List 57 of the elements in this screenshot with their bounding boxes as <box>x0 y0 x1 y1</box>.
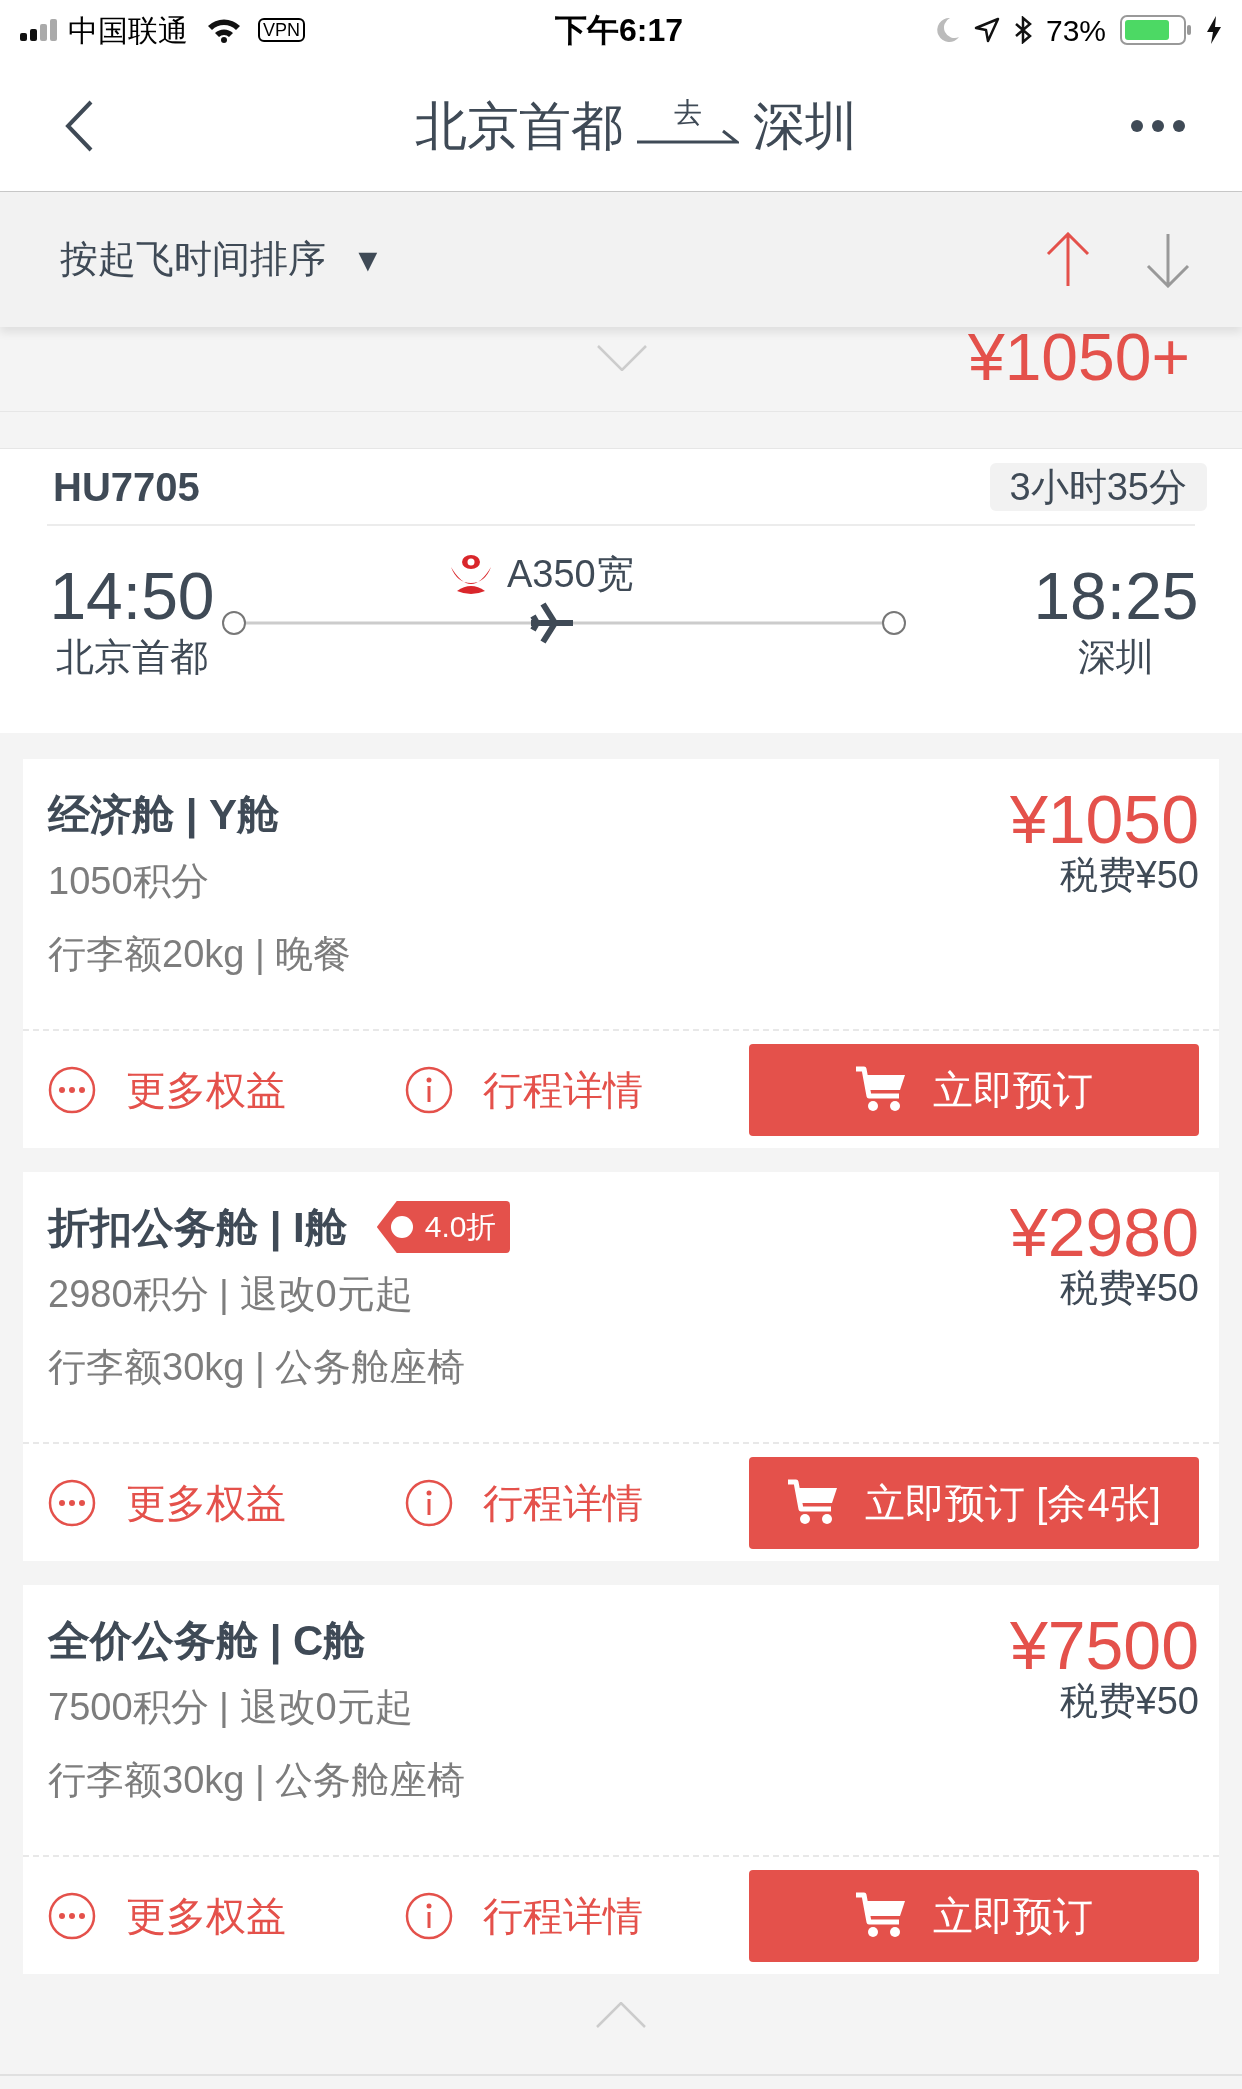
ellipsis-circle-icon <box>48 1478 96 1527</box>
signal-icon <box>20 19 60 41</box>
more-benefits-link[interactable]: 更多权益 <box>126 1885 286 1946</box>
destination-city: 深圳 <box>753 95 857 157</box>
back-icon[interactable] <box>64 99 94 152</box>
duration-badge: 3小时35分 <box>989 462 1207 511</box>
cabin-title: 经济舱 | Y舱 <box>48 789 280 841</box>
cart-icon <box>787 1478 840 1527</box>
arrival-airport: 深圳 <box>1078 635 1154 680</box>
sort-label[interactable]: 按起飞时间排序 <box>60 231 326 288</box>
battery-percent: 73% <box>1045 12 1106 49</box>
cabin-title: 全价公务舱 | C舱 <box>48 1615 366 1667</box>
flight-number: HU7705 <box>53 463 200 511</box>
info-icon <box>405 1478 453 1527</box>
cabin-title: 折扣公务舱 | I舱 <box>48 1202 347 1254</box>
airplane-icon <box>529 602 575 644</box>
wifi-icon <box>206 17 242 43</box>
location-arrow-icon <box>973 17 1000 43</box>
more-benefits-link[interactable]: 更多权益 <box>126 1472 286 1533</box>
clock-time: 下午6:17 <box>555 11 684 50</box>
cart-icon <box>855 1891 907 1940</box>
book-button[interactable]: 立即预订 <box>749 1043 1199 1136</box>
ellipsis-circle-icon <box>48 1065 96 1114</box>
fare-detail: 行李额30kg | 公务舱座椅 <box>48 1345 467 1390</box>
charging-icon <box>1206 16 1222 44</box>
book-button[interactable]: 立即预订 <box>749 1869 1199 1962</box>
fare-detail: 行李额20kg | 晚餐 <box>48 932 352 977</box>
trip-details-link[interactable]: 行程详情 <box>483 1059 643 1120</box>
vpn-badge: VPN <box>258 18 305 42</box>
battery-icon <box>1120 15 1192 45</box>
fare-detail: 7500积分 | 退改0元起 <box>48 1685 414 1730</box>
dropdown-caret[interactable]: ▼ <box>352 235 384 284</box>
origin-city: 北京首都 <box>415 95 623 157</box>
fare-detail: 1050积分 <box>48 859 210 904</box>
departure-time: 14:50 <box>49 558 215 634</box>
book-button[interactable]: 立即预订 [余4张] <box>749 1456 1199 1549</box>
aircraft-type: A350宽 <box>507 552 634 597</box>
more-benefits-link[interactable]: 更多权益 <box>126 1059 286 1120</box>
moon-icon <box>935 17 960 43</box>
trip-details-link[interactable]: 行程详情 <box>483 1885 643 1946</box>
sort-ascending-icon[interactable] <box>1044 231 1092 288</box>
discount-tag: 4.0折 <box>376 1201 511 1253</box>
more-icon[interactable] <box>1130 118 1186 133</box>
trip-details-link[interactable]: 行程详情 <box>483 1472 643 1533</box>
fare-detail: 行李额30kg | 公务舱座椅 <box>48 1758 466 1803</box>
cart-icon <box>855 1065 907 1114</box>
bluetooth-icon <box>1013 16 1032 44</box>
fare-detail: 2980积分 | 退改0元起 <box>48 1272 414 1317</box>
direction-label: 去 <box>674 97 702 128</box>
lowest-price: ¥1050+ <box>967 322 1190 392</box>
departure-airport: 北京首都 <box>56 635 208 680</box>
sort-descending-icon[interactable] <box>1144 231 1192 288</box>
info-icon <box>405 1891 453 1940</box>
ellipsis-circle-icon <box>48 1891 96 1940</box>
info-icon <box>405 1065 453 1114</box>
carrier-name: 中国联通 <box>68 12 188 49</box>
arrival-time: 18:25 <box>1033 558 1199 634</box>
